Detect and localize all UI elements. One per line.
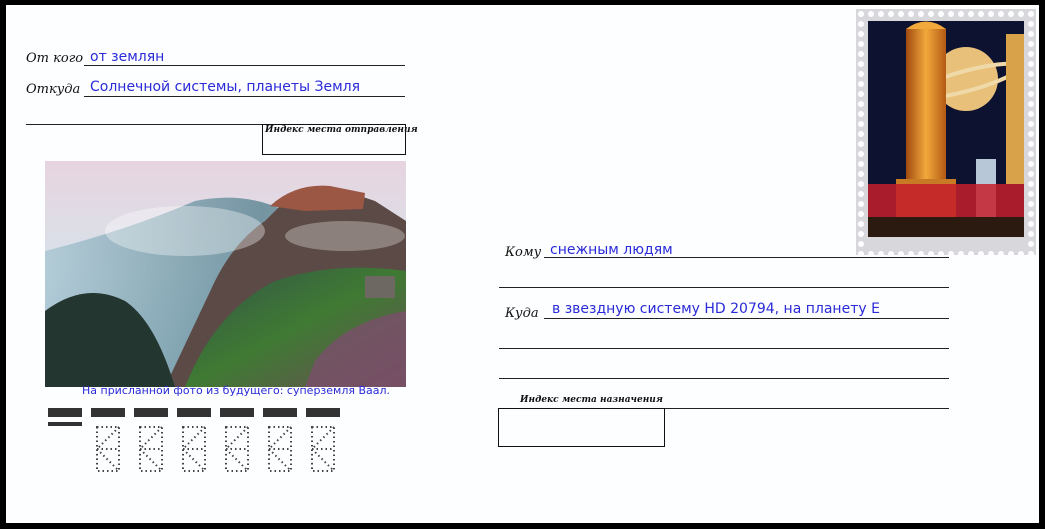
recipient-postcode-label: Индекс места назначения	[520, 395, 663, 405]
postcode-bar	[48, 422, 82, 426]
postcode-digit-icon	[268, 426, 292, 472]
address-line	[544, 318, 949, 319]
address-label: Куда	[505, 306, 539, 321]
postcode-digit-icon	[96, 426, 120, 472]
to-label: Кому	[505, 245, 542, 260]
where-label: Откуда	[26, 82, 81, 97]
sender-address-line	[84, 96, 405, 97]
postage-stamp-icon	[856, 9, 1036, 255]
postcode-digit-icon	[139, 426, 163, 472]
sender-extra-line	[26, 124, 286, 125]
postcode-bar	[263, 408, 297, 417]
from-line	[84, 65, 405, 66]
address-value: в звездную систему HD 20794, на планету …	[552, 301, 880, 317]
to-value: снежным людям	[550, 242, 673, 258]
sender-address-value: Солнечной системы, планеты Земля	[90, 79, 360, 95]
postcode-bar	[48, 408, 82, 417]
from-value: от землян	[90, 49, 165, 65]
to-extra-line	[499, 287, 949, 288]
postcode-bar	[134, 408, 168, 417]
from-label: От кого	[26, 51, 84, 66]
recipient-postcode-box	[498, 408, 665, 447]
postcode-bar	[91, 408, 125, 417]
postcode-bar	[220, 408, 254, 417]
address-line-3	[499, 378, 949, 379]
postcode-bar	[306, 408, 340, 417]
postcode-digit-icon	[311, 426, 335, 472]
postcode-digit-icon	[225, 426, 249, 472]
address-line-2	[499, 348, 949, 349]
landscape-photo	[45, 161, 406, 387]
postcode-digit-icon	[182, 426, 206, 472]
postcode-bar	[177, 408, 211, 417]
envelope: От кого от землян Откуда Солнечной систе…	[6, 5, 1039, 523]
photo-caption: На присланной фото из будущего: суперзем…	[82, 384, 391, 397]
sender-postcode-label: Индекс места отправления	[265, 125, 418, 135]
